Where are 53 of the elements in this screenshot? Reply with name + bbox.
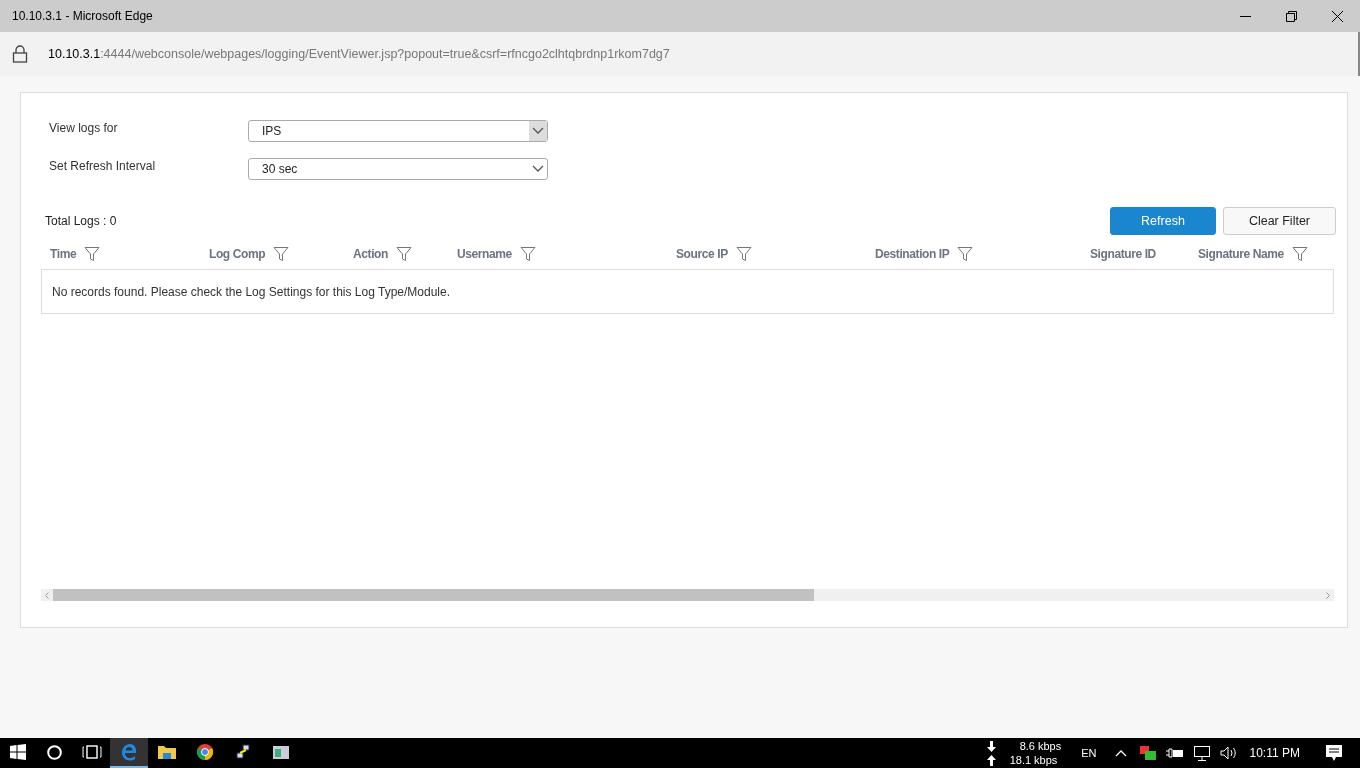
filter-icon[interactable] xyxy=(395,246,412,262)
upload-arrow-icon xyxy=(986,754,996,766)
circle-icon xyxy=(47,744,62,760)
url-text[interactable]: 10.10.3.1:4444/webconsole/webpages/logging/EventViewer.jsp?popout=true&csrf=rfncgo2clhtqbrdnp1rkom7dg7 xyxy=(48,47,670,61)
chevron-down-icon xyxy=(532,127,544,135)
column-header[interactable]: Destination IP xyxy=(875,247,950,261)
column-header[interactable]: Log Comp xyxy=(209,247,266,261)
column-header[interactable]: Username xyxy=(457,247,512,261)
dropdown-select[interactable]: IPS xyxy=(248,120,548,142)
close-icon xyxy=(1331,10,1343,22)
notification-icon[interactable] xyxy=(1326,745,1342,761)
filter-icon[interactable] xyxy=(519,246,536,262)
download-arrow-icon xyxy=(986,740,996,752)
filter-icon[interactable] xyxy=(84,246,101,262)
restore-icon xyxy=(1285,10,1297,22)
filter-icon[interactable] xyxy=(735,246,752,262)
task-view-icon xyxy=(81,745,102,759)
refresh-button[interactable]: Refresh xyxy=(1110,207,1216,235)
folder-icon xyxy=(157,744,177,760)
window-icon xyxy=(273,745,289,759)
column-header[interactable]: Source IP xyxy=(676,247,728,261)
battery-plug-icon[interactable] xyxy=(1165,747,1184,759)
network-computers-icon xyxy=(235,744,251,760)
column-header[interactable]: Action xyxy=(353,247,388,261)
taskbar-app[interactable] xyxy=(110,738,148,768)
chrome-ball-icon xyxy=(197,744,213,760)
scrollbar-thumb[interactable] xyxy=(53,589,815,601)
upload-speed: 18.1 kbps xyxy=(1009,753,1058,767)
windows-logo-icon xyxy=(10,744,26,760)
clock-text[interactable]: 10:11 PM xyxy=(1249,746,1300,760)
language-indicator[interactable]: EN xyxy=(1081,747,1097,759)
lock-icon xyxy=(12,45,28,63)
clear-filter-button[interactable]: Clear Filter xyxy=(1222,207,1336,235)
dropdown-select[interactable]: 30 sec xyxy=(248,158,548,180)
browser-e-icon xyxy=(120,743,138,761)
minimize-icon xyxy=(1239,15,1251,17)
filter-icon[interactable] xyxy=(273,246,290,262)
field-label: View logs for xyxy=(49,121,119,135)
chevron-down-icon xyxy=(532,165,544,173)
column-header[interactable]: Signature Name xyxy=(1198,247,1284,261)
column-header[interactable]: Time xyxy=(50,247,77,261)
column-header[interactable]: Signature ID xyxy=(1090,247,1156,261)
chevron-up-icon[interactable] xyxy=(1114,749,1127,757)
speaker-icon[interactable] xyxy=(1219,746,1237,760)
field-label: Set Refresh Interval xyxy=(49,159,157,173)
network-monitor-icon[interactable] xyxy=(1193,745,1210,761)
filter-icon[interactable] xyxy=(1291,246,1308,262)
total-logs-text: Total Logs : 0 xyxy=(45,214,118,228)
download-speed: 8.6 kbps xyxy=(1019,739,1062,753)
filter-icon[interactable] xyxy=(957,246,974,262)
monitors-icon[interactable] xyxy=(1139,746,1156,760)
empty-message: No records found. Please check the Log Settings for this Log Type/Module. xyxy=(41,270,1334,314)
window-title: 10.10.3.1 - Microsoft Edge xyxy=(12,9,154,23)
